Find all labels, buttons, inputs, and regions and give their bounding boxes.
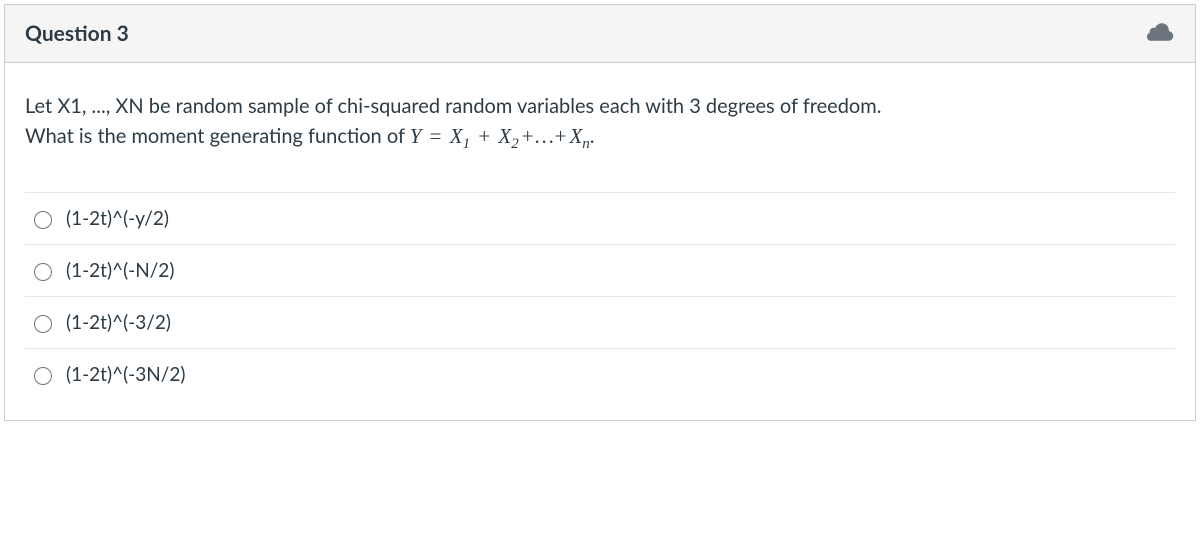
- question-line-2-prefix: What is the moment generating function o…: [25, 124, 410, 148]
- option-row[interactable]: (1-2t)^(-y/2): [25, 192, 1175, 244]
- question-line-1: Let X1, ..., XN be random sample of chi-…: [25, 94, 881, 118]
- option-radio[interactable]: [34, 211, 52, 229]
- math-xn: X: [569, 124, 582, 148]
- question-text: Let X1, ..., XN be random sample of chi-…: [25, 91, 1175, 156]
- option-label: (1-2t)^(-N/2): [66, 259, 174, 282]
- math-equals: =: [424, 124, 446, 148]
- question-container: Question 3 Let X1, ..., XN be random sam…: [4, 4, 1196, 421]
- question-body: Let X1, ..., XN be random sample of chi-…: [5, 63, 1195, 420]
- math-plus1: +: [473, 124, 495, 148]
- math-x1: X: [450, 124, 463, 148]
- question-header: Question 3: [5, 5, 1195, 63]
- math-y: Y: [410, 124, 422, 148]
- option-radio[interactable]: [34, 263, 52, 281]
- option-label: (1-2t)^(-y/2): [66, 207, 169, 230]
- math-x2: X: [498, 124, 511, 148]
- options-list: (1-2t)^(-y/2) (1-2t)^(-N/2) (1-2t)^(-3/2…: [25, 192, 1175, 400]
- cloud-icon: [1147, 22, 1175, 46]
- question-title: Question 3: [25, 21, 129, 46]
- option-radio[interactable]: [34, 315, 52, 333]
- option-label: (1-2t)^(-3/2): [66, 311, 171, 334]
- option-row[interactable]: (1-2t)^(-3/2): [25, 296, 1175, 348]
- option-radio[interactable]: [34, 367, 52, 385]
- math-sub1: 1: [463, 136, 471, 152]
- option-label: (1-2t)^(-3N/2): [66, 363, 185, 386]
- math-dots: +…+: [522, 124, 567, 148]
- math-sub2: 2: [511, 136, 519, 152]
- math-subn: n: [582, 136, 590, 152]
- math-period: .: [590, 124, 595, 148]
- option-row[interactable]: (1-2t)^(-3N/2): [25, 348, 1175, 400]
- option-row[interactable]: (1-2t)^(-N/2): [25, 244, 1175, 296]
